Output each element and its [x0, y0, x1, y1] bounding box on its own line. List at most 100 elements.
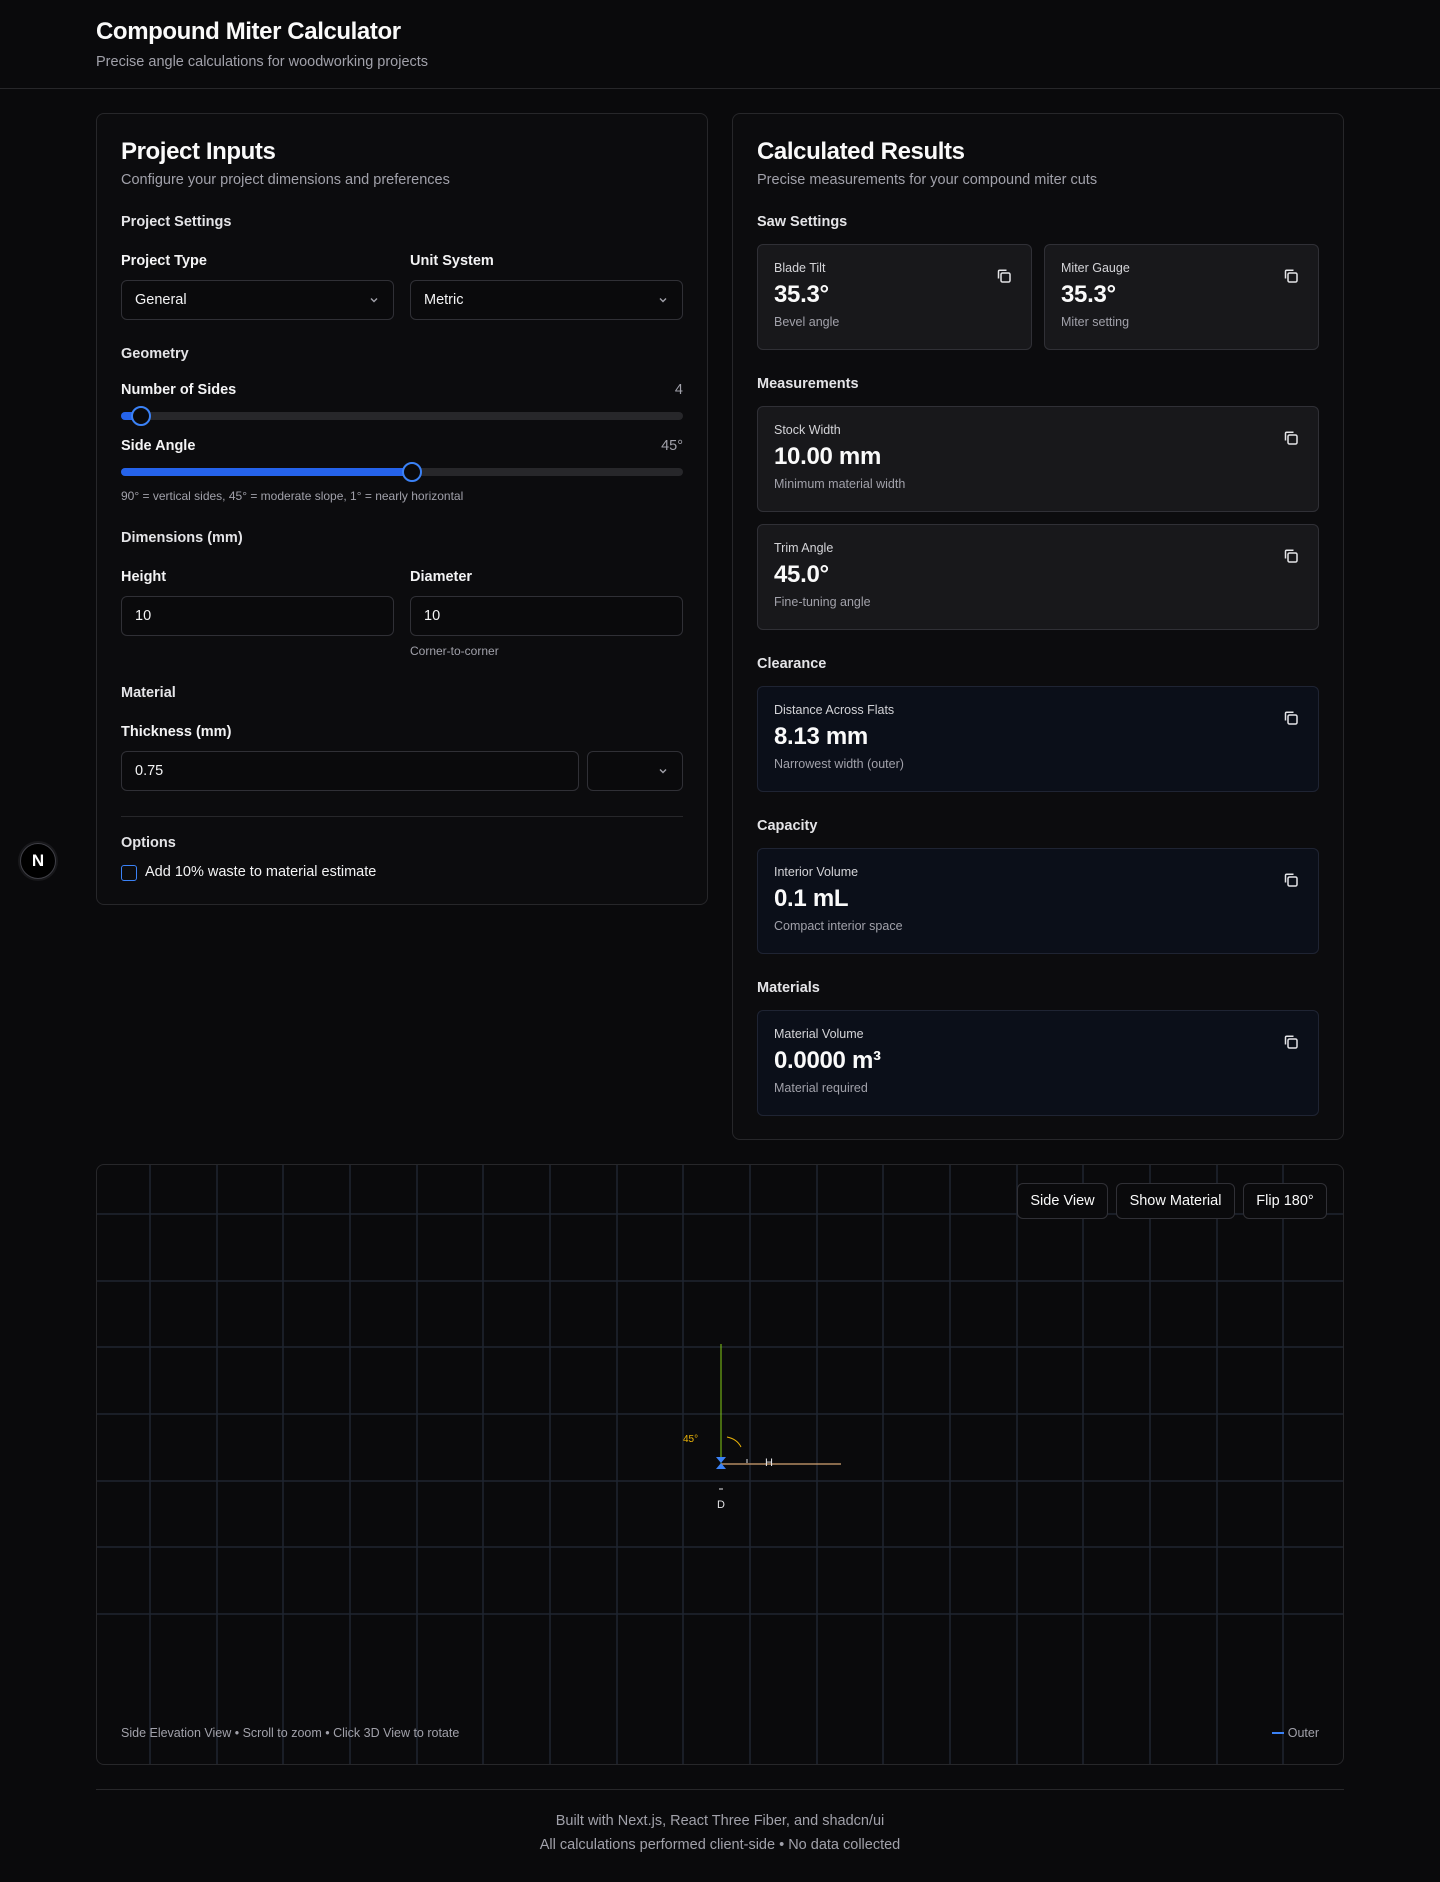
diameter-hint: Corner-to-corner	[410, 644, 499, 658]
project-settings-heading: Project Settings	[121, 214, 232, 230]
side-angle-hint: 90° = vertical sides, 45° = moderate slo…	[121, 489, 464, 503]
trim-angle-sub: Fine-tuning angle	[774, 595, 871, 609]
miter-gauge-sub: Miter setting	[1061, 315, 1130, 329]
interior-volume-value: 0.1 mL	[774, 885, 849, 912]
sides-slider-thumb[interactable]	[131, 406, 151, 426]
across-flats-value: 8.13 mm	[774, 723, 868, 750]
copy-icon[interactable]	[1282, 871, 1300, 889]
copy-icon[interactable]	[1282, 1033, 1300, 1051]
side-angle-slider-fill	[121, 468, 412, 476]
side-angle-slider[interactable]	[121, 462, 683, 482]
materials-heading: Materials	[757, 980, 820, 996]
copy-icon[interactable]	[1282, 547, 1300, 565]
inputs-title: Project Inputs	[121, 138, 276, 165]
material-volume-value: 0.0000 m³	[774, 1047, 881, 1074]
material-heading: Material	[121, 685, 176, 701]
trim-angle-label: Trim Angle	[774, 541, 834, 555]
results-title: Calculated Results	[757, 138, 965, 165]
stock-width-result: Stock Width 10.00 mm Minimum material wi…	[757, 406, 1319, 512]
footer-line-1: Built with Next.js, React Three Fiber, a…	[555, 1813, 885, 1829]
angle-annotation: 45°	[683, 1434, 698, 1445]
across-flats-sub: Narrowest width (outer)	[774, 757, 904, 771]
trim-angle-value: 45.0°	[774, 561, 829, 588]
height-input-value: 10	[135, 608, 152, 624]
angle-arc	[726, 1436, 742, 1448]
side-angle-value: 45°	[661, 438, 683, 454]
page-header: Compound Miter Calculator Precise angle …	[0, 0, 1440, 89]
project-inputs-card: Project Inputs Configure your project di…	[96, 113, 708, 905]
viewer-caption: Side Elevation View • Scroll to zoom • C…	[121, 1726, 460, 1740]
waste-checkbox-label[interactable]: Add 10% waste to material estimate	[145, 864, 376, 880]
options-heading: Options	[121, 835, 176, 851]
unit-system-value: Metric	[424, 292, 464, 308]
diameter-input-value: 10	[424, 608, 441, 624]
material-volume-label: Material Volume	[774, 1027, 864, 1041]
options-divider	[121, 816, 683, 817]
blade-tilt-label: Blade Tilt	[774, 261, 826, 275]
viewer-canvas[interactable]: 45° H D	[97, 1165, 1344, 1765]
outer-profile-marker	[716, 1457, 726, 1469]
trim-angle-result: Trim Angle 45.0° Fine-tuning angle	[757, 524, 1319, 630]
interior-volume-label: Interior Volume	[774, 865, 859, 879]
show-material-button[interactable]: Show Material	[1116, 1183, 1235, 1219]
results-description: Precise measurements for your compound m…	[757, 172, 1098, 188]
elevation-viewer[interactable]: 45° H D Side View Show Material Flip 180…	[96, 1164, 1344, 1765]
chevron-down-icon	[659, 298, 667, 303]
material-volume-sub: Material required	[774, 1081, 868, 1095]
thickness-input[interactable]: 0.75	[121, 751, 579, 791]
footer-line-2: All calculations performed client-side •…	[539, 1837, 901, 1853]
thickness-unit-select[interactable]	[587, 751, 683, 791]
thickness-input-value: 0.75	[135, 763, 164, 779]
blade-tilt-value: 35.3°	[774, 281, 829, 308]
viewer-legend: Outer	[1271, 1726, 1319, 1740]
unit-system-select[interactable]: Metric	[410, 280, 683, 320]
miter-gauge-value: 35.3°	[1061, 281, 1116, 308]
d-label: D	[717, 1499, 725, 1511]
outer-legend-label: Outer	[1287, 1726, 1319, 1740]
miter-gauge-result: Miter Gauge 35.3° Miter setting	[1044, 244, 1319, 350]
stock-width-label: Stock Width	[774, 423, 841, 437]
saw-settings-heading: Saw Settings	[757, 214, 848, 230]
diameter-input[interactable]: 10	[410, 596, 683, 636]
copy-icon[interactable]	[1282, 709, 1300, 727]
diameter-label: Diameter	[410, 569, 473, 585]
geometry-heading: Geometry	[121, 346, 189, 362]
material-volume-result: Material Volume 0.0000 m³ Material requi…	[757, 1010, 1319, 1116]
side-angle-label: Side Angle	[121, 438, 196, 454]
stock-width-sub: Minimum material width	[774, 477, 906, 491]
capacity-heading: Capacity	[757, 818, 818, 834]
height-label: Height	[121, 569, 167, 585]
copy-icon[interactable]	[1282, 267, 1300, 285]
page-subtitle: Precise angle calculations for woodworki…	[96, 54, 429, 70]
footer-divider	[96, 1789, 1344, 1790]
sides-label: Number of Sides	[121, 382, 237, 398]
height-input[interactable]: 10	[121, 596, 394, 636]
nextjs-badge-letter: N	[31, 851, 45, 870]
interior-volume-sub: Compact interior space	[774, 919, 903, 933]
stock-width-value: 10.00 mm	[774, 443, 882, 470]
inputs-description: Configure your project dimensions and pr…	[121, 172, 450, 188]
copy-icon[interactable]	[995, 267, 1013, 285]
project-type-select[interactable]: General	[121, 280, 394, 320]
copy-icon[interactable]	[1282, 429, 1300, 447]
measurements-heading: Measurements	[757, 376, 859, 392]
unit-system-label: Unit System	[410, 253, 494, 269]
miter-gauge-label: Miter Gauge	[1061, 261, 1130, 275]
across-flats-result: Distance Across Flats 8.13 mm Narrowest …	[757, 686, 1319, 792]
waste-checkbox[interactable]	[121, 865, 137, 881]
blade-tilt-sub: Bevel angle	[774, 315, 840, 329]
chevron-down-icon	[659, 769, 667, 774]
dimensions-heading: Dimensions (mm)	[121, 530, 243, 546]
h-label: H	[765, 1457, 773, 1469]
side-angle-slider-thumb[interactable]	[402, 462, 422, 482]
flip-button[interactable]: Flip 180°	[1243, 1183, 1327, 1219]
nextjs-dev-badge[interactable]: N	[20, 843, 56, 879]
clearance-heading: Clearance	[757, 656, 827, 672]
sides-slider[interactable]	[121, 406, 683, 426]
chevron-down-icon	[370, 298, 378, 303]
outer-legend-swatch	[1271, 1732, 1284, 1734]
side-view-button[interactable]: Side View	[1017, 1183, 1108, 1219]
page-title: Compound Miter Calculator	[96, 18, 401, 45]
project-type-value: General	[135, 292, 187, 308]
blade-tilt-result: Blade Tilt 35.3° Bevel angle	[757, 244, 1032, 350]
